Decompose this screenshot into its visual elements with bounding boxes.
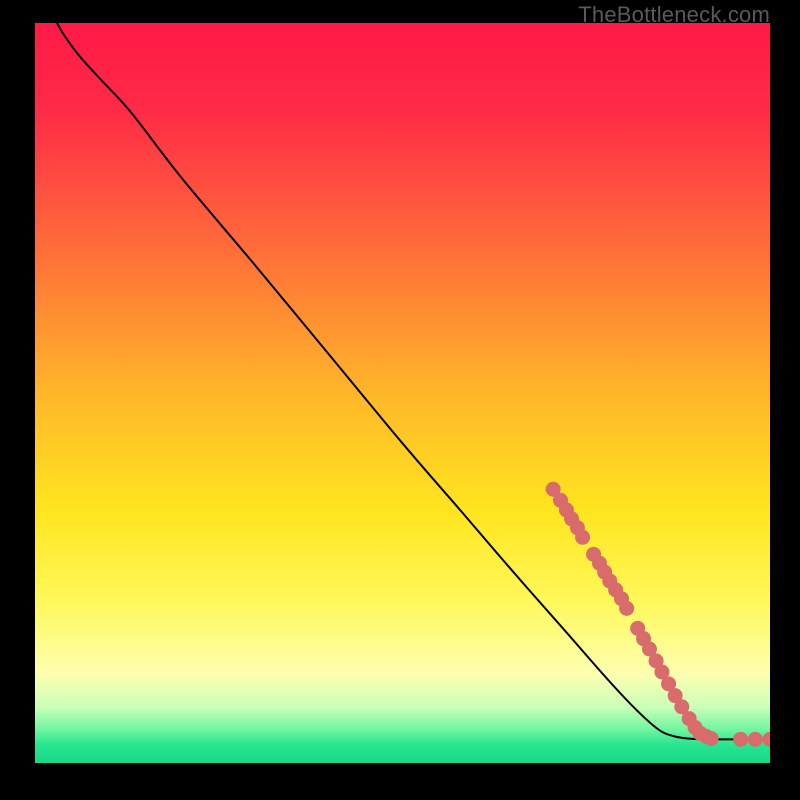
data-point bbox=[748, 732, 763, 747]
chart-frame: TheBottleneck.com bbox=[0, 0, 800, 800]
gradient-background bbox=[35, 23, 770, 763]
data-point bbox=[733, 732, 748, 747]
data-point bbox=[619, 601, 634, 616]
data-point bbox=[575, 530, 590, 545]
data-point bbox=[704, 731, 719, 746]
chart-svg bbox=[35, 23, 770, 763]
plot-area bbox=[35, 23, 770, 763]
